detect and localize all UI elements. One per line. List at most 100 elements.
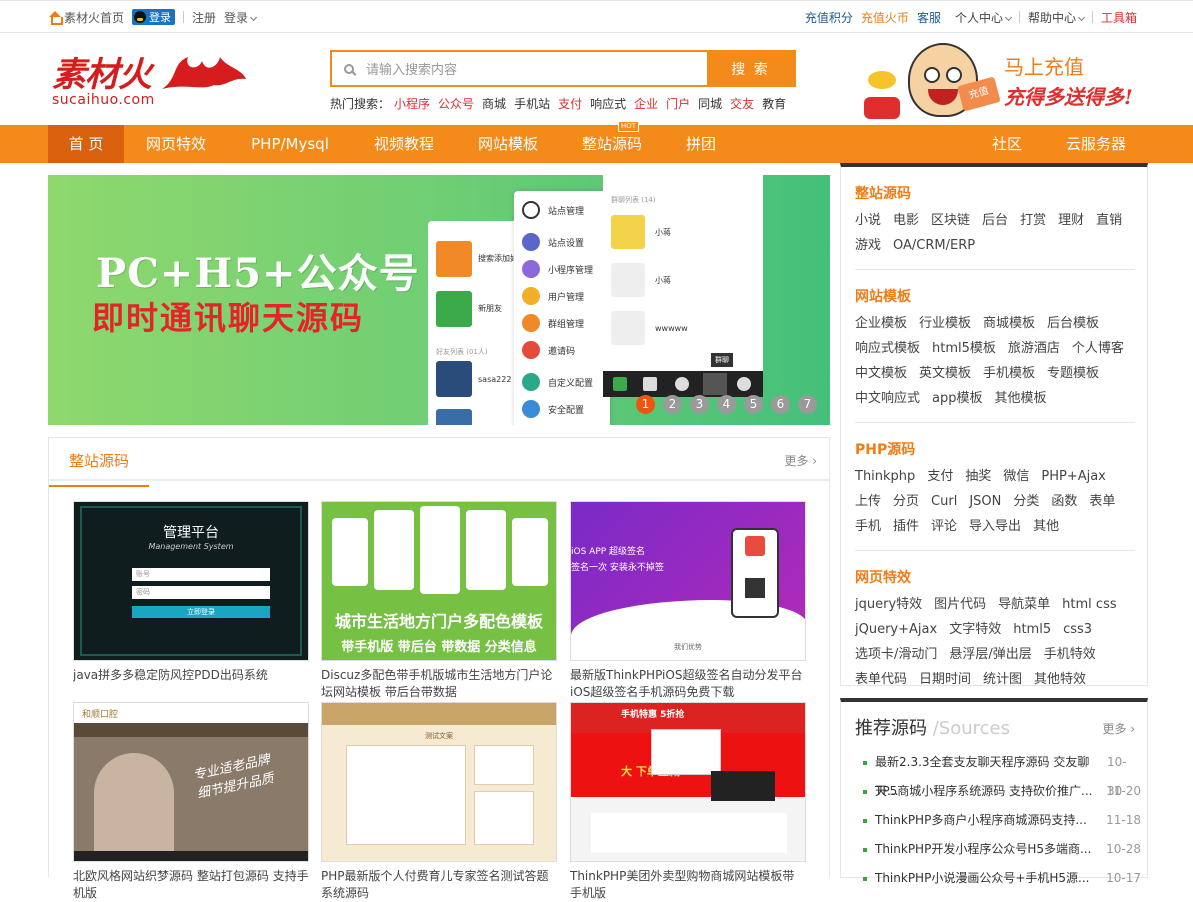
tag-link[interactable]: 上传 bbox=[855, 492, 881, 511]
tag-link[interactable]: html5 bbox=[1013, 620, 1051, 639]
tag-link[interactable]: html5模板 bbox=[932, 339, 996, 358]
tag-link[interactable]: 抽奖 bbox=[965, 467, 991, 486]
tag-link[interactable]: 直销 bbox=[1096, 211, 1122, 230]
source-card[interactable]: 和顺口腔 专业适老品牌 细节提升品质 北欧风格网站织梦源码 整站打包源码 支持手… bbox=[73, 702, 309, 902]
category-title[interactable]: PHP源码 bbox=[855, 439, 1135, 459]
hot-search-item[interactable]: 手机站 bbox=[514, 95, 550, 112]
tag-link[interactable]: css3 bbox=[1063, 620, 1092, 639]
tag-link[interactable]: 个人博客 bbox=[1072, 339, 1124, 358]
tag-link[interactable]: app模板 bbox=[932, 389, 982, 408]
tag-link[interactable]: 后台 bbox=[982, 211, 1008, 230]
tag-link[interactable]: 微信 bbox=[1003, 467, 1029, 486]
item-title[interactable]: TP5商城小程序系统源码 支持砍价推广... bbox=[875, 777, 1092, 806]
tag-link[interactable]: 旅游酒店 bbox=[1008, 339, 1060, 358]
tag-link[interactable]: 插件 bbox=[893, 517, 919, 536]
tag-link[interactable]: 企业模板 bbox=[855, 314, 907, 333]
nav-video-tutorials[interactable]: 视频教程 bbox=[362, 125, 446, 163]
tag-link[interactable]: 导航菜单 bbox=[998, 595, 1050, 614]
nav-community[interactable]: 社区 bbox=[980, 125, 1034, 163]
tag-link[interactable]: 小说 bbox=[855, 211, 881, 230]
item-title[interactable]: 最新2.3.3全套支友聊天程序源码 交友聊天... bbox=[875, 748, 1107, 798]
tag-link[interactable]: 打赏 bbox=[1020, 211, 1046, 230]
tag-link[interactable]: 分页 bbox=[893, 492, 919, 511]
hot-search-item[interactable]: 交友 bbox=[730, 95, 754, 112]
slider-dot[interactable]: 1 bbox=[636, 395, 655, 414]
tag-link[interactable]: Thinkphp bbox=[855, 467, 915, 486]
source-card[interactable]: 测试文案 PHP最新版个人付费育儿专家签名测试答题系统源码 bbox=[321, 702, 557, 902]
tag-link[interactable]: PHP+Ajax bbox=[1041, 467, 1106, 486]
hot-search-item[interactable]: 同城 bbox=[698, 95, 722, 112]
tag-link[interactable]: 英文模板 bbox=[919, 364, 971, 383]
card-thumbnail[interactable]: 管理平台 Management System 账号 密码 立即登录 bbox=[73, 501, 309, 661]
tag-link[interactable]: jQuery+Ajax bbox=[855, 620, 937, 639]
qq-login-button[interactable]: 登录 bbox=[132, 9, 176, 25]
card-caption[interactable]: Discuz多配色带手机版城市生活地方门户论坛网站模板 带后台带数据 bbox=[321, 667, 557, 701]
tag-link[interactable]: 电影 bbox=[893, 211, 919, 230]
slider-dot[interactable]: 5 bbox=[744, 395, 763, 414]
hot-search-item[interactable]: 支付 bbox=[558, 95, 582, 112]
source-card[interactable]: iOS APP 超级签名 签名一次 安装永不掉签 我们优势 最新版ThinkPH… bbox=[570, 501, 806, 701]
tag-link[interactable]: 手机特效 bbox=[1044, 645, 1096, 664]
tag-link[interactable]: 评论 bbox=[931, 517, 957, 536]
item-title[interactable]: ThinkPHP小说漫画公众号+手机H5源... bbox=[875, 864, 1089, 893]
tag-link[interactable]: 函数 bbox=[1051, 492, 1077, 511]
slider-dot[interactable]: 3 bbox=[690, 395, 709, 414]
tag-link[interactable]: 后台模板 bbox=[1047, 314, 1099, 333]
card-thumbnail[interactable]: 城市生活地方门户多配色模板 带手机版 带后台 带数据 分类信息 bbox=[321, 501, 557, 661]
tag-link[interactable]: 其他模板 bbox=[995, 389, 1047, 408]
tag-link[interactable]: 专题模板 bbox=[1047, 364, 1099, 383]
card-caption[interactable]: ThinkPHP美团外卖型购物商城网站模板带手机版 bbox=[570, 868, 806, 902]
list-item[interactable]: ThinkPHP多商户小程序商城源码支持... 11-18 bbox=[861, 806, 1141, 835]
tag-link[interactable]: 手机 bbox=[855, 517, 881, 536]
source-card[interactable]: 管理平台 Management System 账号 密码 立即登录 java拼多… bbox=[73, 501, 309, 701]
category-title[interactable]: 网页特效 bbox=[855, 567, 1135, 587]
personal-center-menu[interactable]: 个人中心 bbox=[955, 9, 1013, 26]
service-link[interactable]: 客服 bbox=[917, 9, 941, 26]
list-item[interactable]: ThinkPHP开发小程序公众号H5多端商... 10-28 bbox=[861, 835, 1141, 864]
search-button[interactable]: 搜 索 bbox=[707, 52, 794, 85]
category-title[interactable]: 整站源码 bbox=[855, 183, 1135, 203]
nav-cloud-server[interactable]: 云服务器 bbox=[1054, 125, 1138, 163]
tag-link[interactable]: 统计图 bbox=[983, 670, 1022, 689]
tag-link[interactable]: html css bbox=[1062, 595, 1116, 614]
tag-link[interactable]: 表单 bbox=[1089, 492, 1115, 511]
tag-link[interactable]: 响应式模板 bbox=[855, 339, 920, 358]
tag-link[interactable]: 悬浮层/弹出层 bbox=[949, 645, 1031, 664]
tag-link[interactable]: 选项卡/滑动门 bbox=[855, 645, 937, 664]
tag-link[interactable]: JSON bbox=[969, 492, 1001, 511]
help-center-menu[interactable]: 帮助中心 bbox=[1028, 9, 1086, 26]
nav-group-buy[interactable]: 拼团 bbox=[674, 125, 728, 163]
home-link[interactable]: 素材火首页 bbox=[64, 9, 124, 26]
hot-search-item[interactable]: 门户 bbox=[666, 95, 690, 112]
tag-link[interactable]: 表单代码 bbox=[855, 670, 907, 689]
card-caption[interactable]: 北欧风格网站织梦源码 整站打包源码 支持手机版 bbox=[73, 868, 309, 902]
tag-link[interactable]: 商城模板 bbox=[983, 314, 1035, 333]
tag-link[interactable]: 其他 bbox=[1033, 517, 1059, 536]
more-link[interactable]: 更多 › bbox=[1102, 720, 1135, 737]
tag-link[interactable]: 游戏 bbox=[855, 236, 881, 255]
nav-web-effects[interactable]: 网页特效 bbox=[134, 125, 218, 163]
slider-dot[interactable]: 7 bbox=[798, 395, 817, 414]
tag-link[interactable]: OA/CRM/ERP bbox=[893, 236, 975, 255]
tag-link[interactable]: 分类 bbox=[1013, 492, 1039, 511]
tag-link[interactable]: 日期时间 bbox=[919, 670, 971, 689]
nav-site-templates[interactable]: 网站模板 bbox=[466, 125, 550, 163]
slider-dot[interactable]: 2 bbox=[663, 395, 682, 414]
tag-link[interactable]: 行业模板 bbox=[919, 314, 971, 333]
more-link[interactable]: 更多 › bbox=[784, 452, 817, 469]
nav-php-mysql[interactable]: PHP/Mysql bbox=[238, 125, 342, 163]
list-item[interactable]: 最新2.3.3全套支友聊天程序源码 交友聊天... 10-30 bbox=[861, 748, 1141, 798]
item-title[interactable]: ThinkPHP开发小程序公众号H5多端商... bbox=[875, 835, 1091, 864]
tag-link[interactable]: 文字特效 bbox=[949, 620, 1001, 639]
recharge-ad[interactable]: 充值 马上充值 充得多送得多! bbox=[864, 41, 1154, 125]
item-title[interactable]: ThinkPHP多商户小程序商城源码支持... bbox=[875, 806, 1087, 835]
register-link[interactable]: 注册 bbox=[192, 9, 216, 26]
card-caption[interactable]: PHP最新版个人付费育儿专家签名测试答题系统源码 bbox=[321, 868, 557, 902]
tag-link[interactable]: 理财 bbox=[1058, 211, 1084, 230]
tag-link[interactable]: 中文响应式 bbox=[855, 389, 920, 408]
hot-search-item[interactable]: 商城 bbox=[482, 95, 506, 112]
section-title[interactable]: 整站源码 bbox=[48, 450, 150, 487]
tag-link[interactable]: 图片代码 bbox=[934, 595, 986, 614]
site-logo[interactable]: 素材火 sucaihuo.com bbox=[52, 47, 252, 127]
search-input[interactable]: 请输入搜索内容 bbox=[332, 52, 707, 85]
